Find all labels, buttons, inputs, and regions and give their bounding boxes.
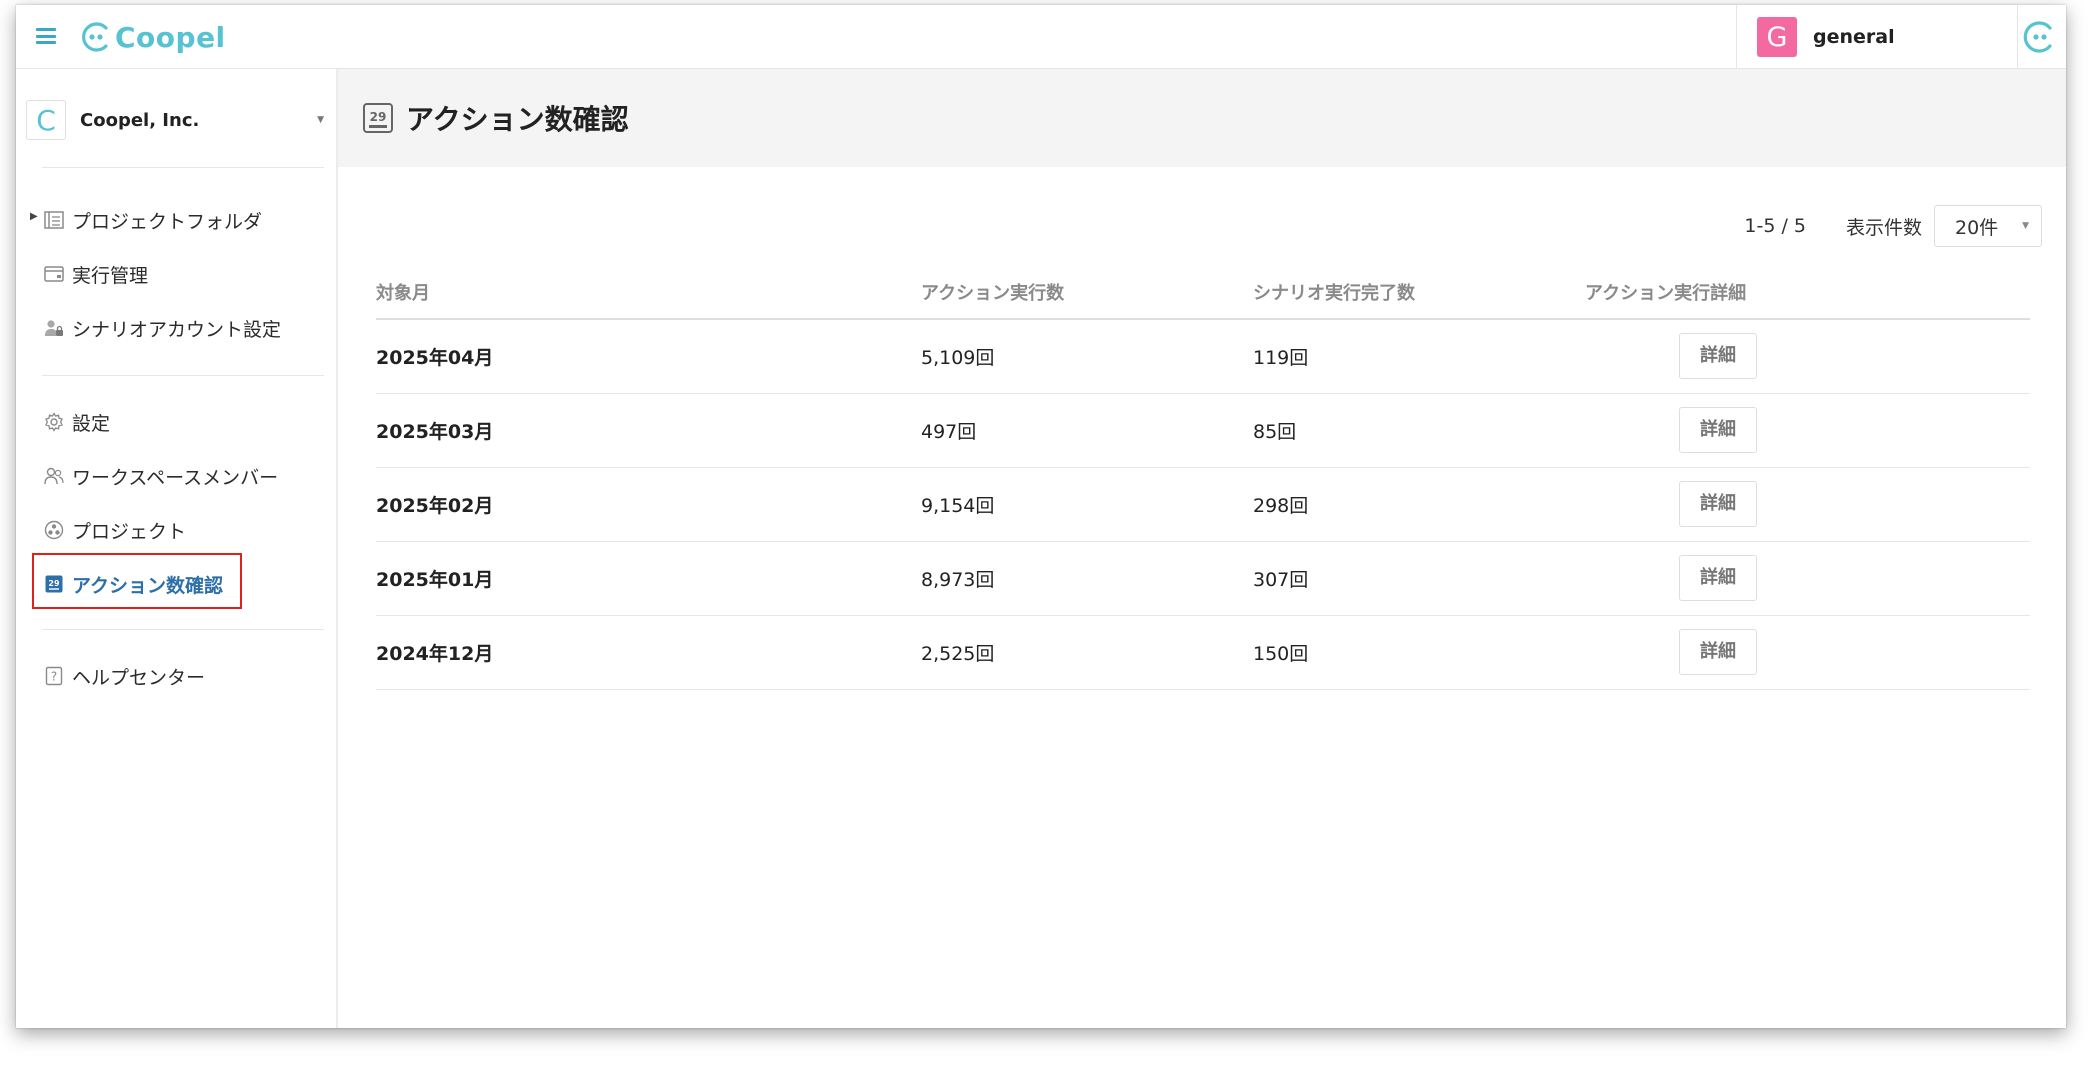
org-switcher[interactable]: C Coopel, Inc. ▼ (26, 99, 326, 141)
divider (42, 375, 324, 376)
sidebar-item-label: プロジェクトフォルダ (72, 210, 263, 233)
menu-icon[interactable] (36, 28, 56, 44)
sidebar-item-workspace-members[interactable]: ワークスペースメンバー (44, 458, 278, 494)
cell-detail: 詳細 (1585, 615, 2030, 690)
column-header-month: 対象月 (376, 265, 921, 320)
column-header-scenario-complete: シナリオ実行完了数 (1253, 265, 1585, 320)
sidebar-item-help-center[interactable]: ? ヘルプセンター (44, 658, 205, 694)
cell-scenario-complete: 85回 (1253, 393, 1585, 468)
username: general (1813, 26, 1895, 48)
divider (42, 629, 324, 630)
logo-face-icon (82, 22, 108, 52)
org-logo: C (26, 100, 66, 140)
cell-month: 2025年03月 (376, 393, 921, 468)
org-name: Coopel, Inc. (80, 109, 200, 131)
sidebar-item-project[interactable]: プロジェクト (44, 512, 186, 548)
sidebar-item-label: プロジェクト (72, 520, 187, 543)
logo-text: Coopel (115, 20, 226, 54)
project-icon (44, 520, 64, 540)
sidebar: C Coopel, Inc. ▼ ▶ プロジェクトフォルダ 実行管理 シナリオア… (16, 69, 338, 1028)
cell-detail: 詳細 (1585, 541, 2030, 616)
cell-scenario-complete: 119回 (1253, 319, 1585, 394)
action-count-table: 対象月 アクション実行数 シナリオ実行完了数 アクション実行詳細 2025年04… (376, 265, 2030, 690)
sidebar-item-label: ワークスペースメンバー (72, 466, 279, 489)
per-page-select[interactable]: 20件 ▼ (1934, 205, 2042, 247)
cell-action-count: 497回 (921, 393, 1253, 468)
svg-text:29: 29 (370, 110, 387, 124)
sidebar-item-label: 設定 (72, 412, 111, 435)
table-row: 2025年04月 5,109回 119回 詳細 (376, 319, 2030, 394)
sidebar-item-label: ヘルプセンター (72, 666, 206, 689)
cell-month: 2024年12月 (376, 615, 921, 690)
cell-month: 2025年04月 (376, 319, 921, 394)
column-header-detail: アクション実行詳細 (1585, 265, 2030, 320)
cell-detail: 詳細 (1585, 467, 2030, 542)
table-row: 2025年01月 8,973回 307回 詳細 (376, 541, 2030, 616)
cell-detail: 詳細 (1585, 319, 2030, 394)
page-title: アクション数確認 (406, 103, 629, 136)
table-header-row: 対象月 アクション実行数 シナリオ実行完了数 アクション実行詳細 (376, 265, 2030, 320)
table-row: 2025年02月 9,154回 298回 詳細 (376, 467, 2030, 542)
chevron-down-icon: ▼ (2022, 221, 2029, 231)
user-menu[interactable]: G general (1736, 5, 2018, 69)
app-window: Coopel G general C Coopel, Inc. ▼ ▶ プロジェ… (16, 5, 2066, 1028)
column-header-action-count: アクション実行数 (921, 265, 1253, 320)
svg-text:?: ? (51, 670, 57, 684)
detail-button[interactable]: 詳細 (1679, 629, 1757, 675)
cell-scenario-complete: 150回 (1253, 615, 1585, 690)
sidebar-item-label: 実行管理 (72, 264, 149, 287)
cell-action-count: 5,109回 (921, 319, 1253, 394)
page-header: 29 アクション数確認 (338, 69, 2066, 167)
sidebar-item-settings[interactable]: 設定 (44, 404, 110, 440)
chevron-down-icon: ▼ (317, 115, 324, 125)
detail-button[interactable]: 詳細 (1679, 407, 1757, 453)
top-bar: Coopel G general (16, 5, 2066, 69)
cell-scenario-complete: 307回 (1253, 541, 1585, 616)
avatar: G (1757, 17, 1797, 57)
cell-detail: 詳細 (1585, 393, 2030, 468)
highlight-box (32, 553, 242, 609)
table-row: 2024年12月 2,525回 150回 詳細 (376, 615, 2030, 690)
pagination: 1-5 / 5 表示件数 20件 ▼ (1744, 205, 2042, 247)
assistant-icon[interactable] (2020, 19, 2056, 55)
main-content: 29 アクション数確認 1-5 / 5 表示件数 20件 ▼ 対象月 アクション… (338, 69, 2066, 1028)
pagination-range: 1-5 / 5 (1744, 215, 1806, 237)
app-logo[interactable]: Coopel (78, 19, 226, 55)
detail-button[interactable]: 詳細 (1679, 481, 1757, 527)
user-lock-icon (44, 318, 64, 338)
per-page-value: 20件 (1955, 216, 1999, 239)
cell-action-count: 2,525回 (921, 615, 1253, 690)
sidebar-item-project-folder[interactable]: プロジェクトフォルダ (44, 202, 262, 238)
gear-icon (44, 412, 64, 432)
per-page-label: 表示件数 (1845, 216, 1922, 239)
cell-scenario-complete: 298回 (1253, 467, 1585, 542)
cell-month: 2025年01月 (376, 541, 921, 616)
divider (42, 167, 324, 168)
table-row: 2025年03月 497回 85回 詳細 (376, 393, 2030, 468)
detail-button[interactable]: 詳細 (1679, 333, 1757, 380)
calendar-icon: 29 (363, 103, 393, 133)
window-icon (44, 264, 64, 284)
members-icon (44, 466, 64, 486)
detail-button[interactable]: 詳細 (1679, 555, 1757, 601)
sidebar-item-execution[interactable]: 実行管理 (44, 256, 148, 292)
help-icon: ? (44, 666, 64, 686)
cell-month: 2025年02月 (376, 467, 921, 542)
expand-arrow-icon[interactable]: ▶ (30, 211, 38, 222)
sidebar-item-scenario-account[interactable]: シナリオアカウント設定 (44, 310, 281, 346)
cell-action-count: 9,154回 (921, 467, 1253, 542)
cell-action-count: 8,973回 (921, 541, 1253, 616)
sidebar-item-label: シナリオアカウント設定 (72, 318, 282, 341)
folder-list-icon (44, 210, 64, 230)
